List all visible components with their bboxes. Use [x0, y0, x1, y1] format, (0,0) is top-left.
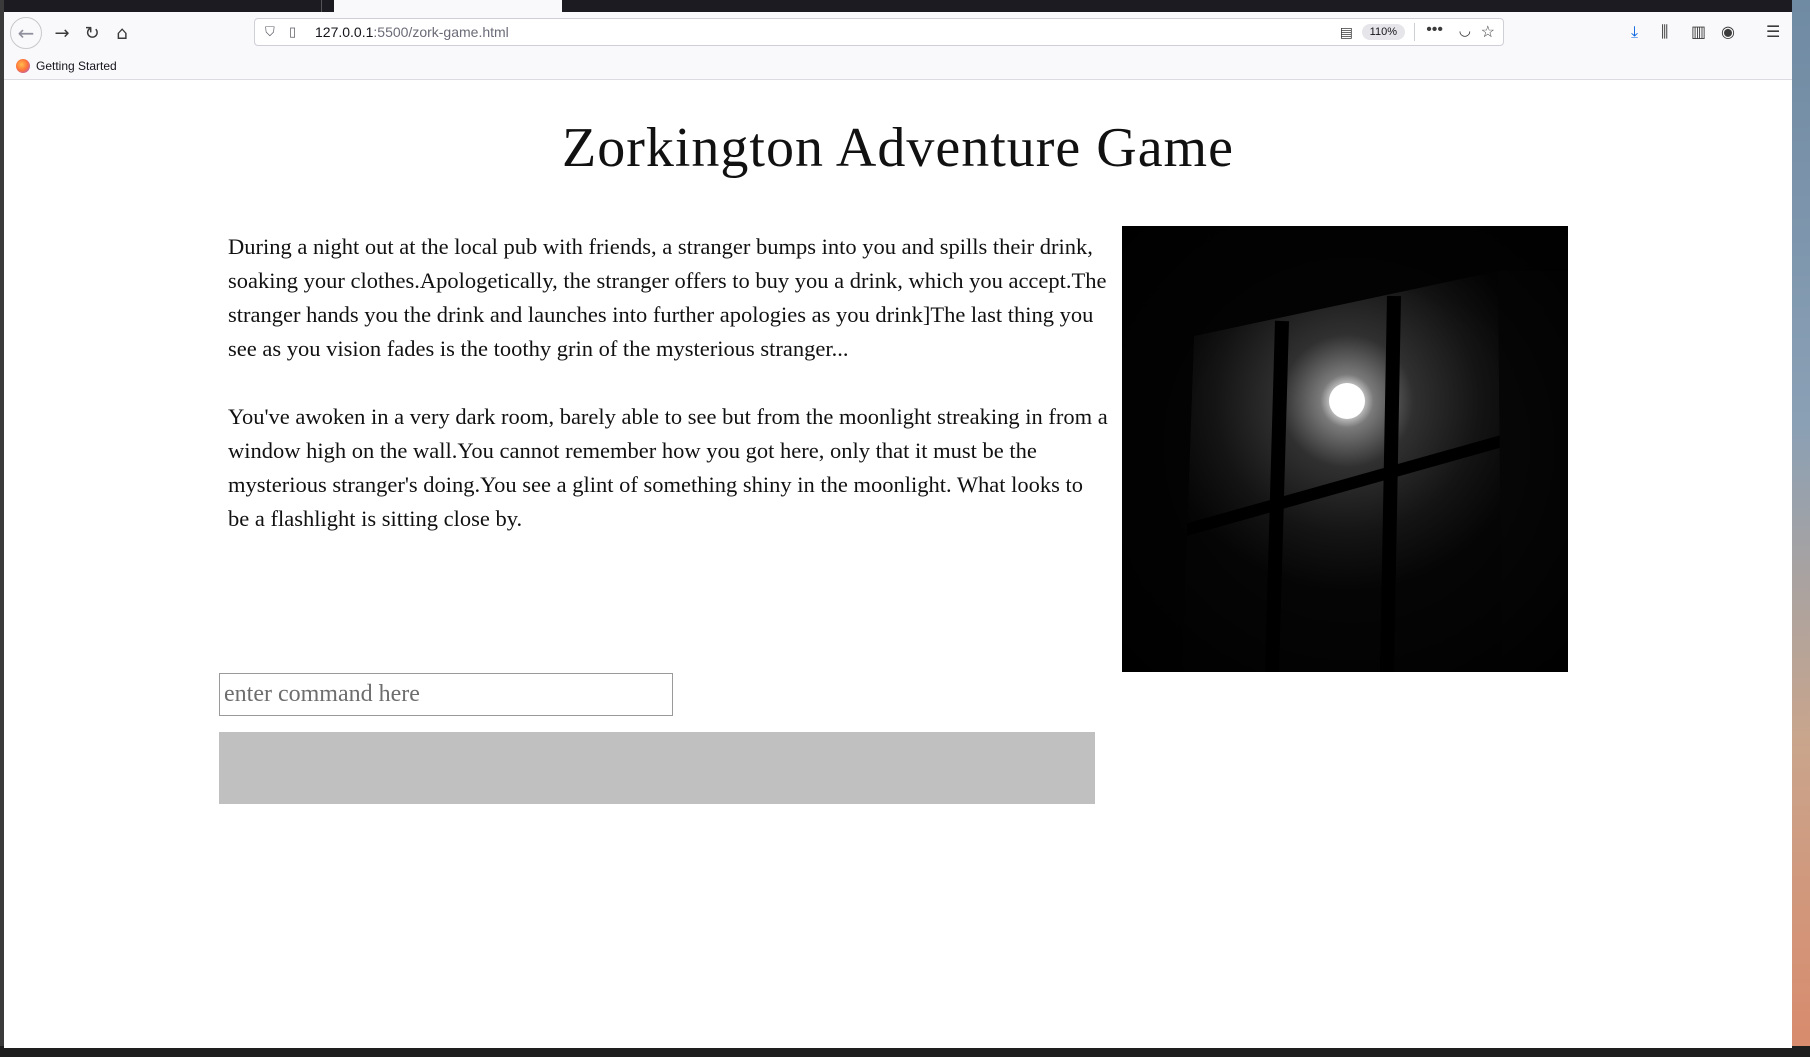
command-input[interactable] — [219, 673, 673, 716]
game-output-box — [219, 732, 1095, 804]
url-bar[interactable]: ⛉ ▯ 127.0.0.1:5500/zork-game.html ▤ 110%… — [254, 18, 1504, 46]
shield-icon[interactable]: ⛉ — [265, 24, 281, 40]
account-icon[interactable]: ◉ — [1721, 22, 1735, 41]
bookmark-star-icon[interactable]: ☆ — [1481, 22, 1495, 42]
browser-window: ← → ↻ ⌂ ⛉ ▯ 127.0.0.1:5500/zork-game.htm… — [4, 0, 1792, 1048]
tab-active[interactable] — [334, 0, 562, 12]
intro-paragraph: During a night out at the local pub with… — [228, 234, 1107, 361]
url-text[interactable]: 127.0.0.1:5500/zork-game.html — [315, 24, 509, 40]
reader-view-icon[interactable]: ▤ — [1340, 24, 1353, 41]
tab-strip — [4, 0, 1792, 12]
zoom-level[interactable]: 110% — [1361, 24, 1405, 40]
more-icon[interactable]: ••• — [1426, 21, 1443, 39]
tab-inactive[interactable] — [122, 0, 322, 12]
bookmark-getting-started[interactable]: Getting Started — [36, 59, 117, 73]
library-icon[interactable]: ⫼ — [1661, 22, 1668, 42]
page-icon: ▯ — [289, 24, 297, 39]
desktop-wallpaper — [1792, 0, 1810, 1057]
download-icon[interactable]: ⤓ — [1631, 22, 1638, 42]
home-icon[interactable]: ⌂ — [108, 19, 136, 47]
room-description: You've awoken in a very dark room, barel… — [228, 404, 1108, 531]
url-host: 127.0.0.1 — [315, 24, 374, 40]
reload-icon[interactable]: ↻ — [78, 19, 106, 47]
story-text: During a night out at the local pub with… — [228, 230, 1108, 570]
bookmarks-bar: Getting Started — [4, 52, 1792, 80]
game-page: Zorkington Adventure Game During a night… — [4, 80, 1792, 1048]
url-path: :5500/zork-game.html — [373, 24, 509, 40]
page-title: Zorkington Adventure Game — [562, 117, 1234, 179]
pocket-icon[interactable]: ◡ — [1459, 22, 1471, 39]
hamburger-menu-icon[interactable]: ☰ — [1766, 22, 1780, 41]
sidebar-icon[interactable]: ▥ — [1691, 22, 1706, 41]
moonlit-window-image — [1122, 226, 1568, 672]
arrow-right-icon[interactable]: → — [48, 19, 76, 47]
arrow-left-icon[interactable]: ← — [10, 17, 42, 49]
navigation-toolbar: ← → ↻ ⌂ ⛉ ▯ 127.0.0.1:5500/zork-game.htm… — [4, 12, 1792, 52]
url-divider — [1414, 23, 1415, 41]
firefox-icon — [16, 58, 30, 73]
